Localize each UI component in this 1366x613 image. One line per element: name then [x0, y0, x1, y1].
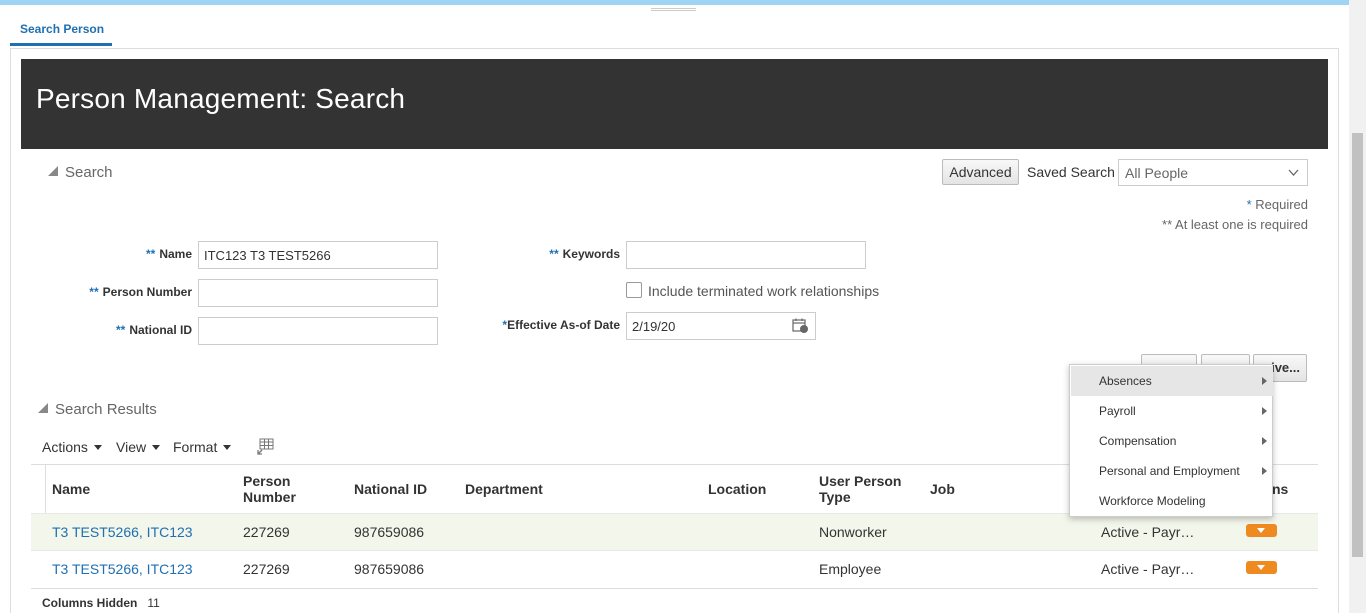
row-actions-button[interactable] — [1246, 524, 1277, 537]
saved-search-select[interactable]: All People — [1118, 159, 1308, 186]
chevron-down-icon — [223, 445, 232, 450]
include-terminated-checkbox[interactable] — [626, 282, 642, 298]
menu-item-absences[interactable]: Absences — [1071, 366, 1273, 396]
calendar-icon[interactable] — [792, 318, 809, 334]
format-menu[interactable]: Format — [173, 439, 232, 455]
saved-search-label: Saved Search — [1027, 164, 1115, 180]
national-id-cell: 987659086 — [354, 524, 425, 540]
person-name-link[interactable]: T3 TEST5266, ITC123 — [52, 524, 193, 540]
col-header-national-id[interactable]: National ID — [354, 481, 427, 497]
user-person-type-cell: Employee — [819, 561, 882, 577]
effective-date-label: *Effective As-of Date — [502, 318, 620, 332]
person-number-cell: 227269 — [243, 524, 290, 540]
effective-date-field[interactable]: 2/19/20 — [626, 312, 816, 340]
top-accent-bar — [0, 0, 1366, 5]
col-header-location[interactable]: Location — [708, 481, 766, 497]
collapse-triangle-icon — [48, 166, 58, 176]
national-id-cell: 987659086 — [354, 561, 425, 577]
menu-item-personal-and-employment[interactable]: Personal and Employment — [1071, 456, 1273, 486]
submenu-arrow-icon — [1262, 407, 1267, 415]
user-person-type-cell: Nonworker — [819, 524, 887, 540]
at-least-one-note: ** At least one is required — [1162, 217, 1308, 232]
person-name-link[interactable]: T3 TEST5266, ITC123 — [52, 561, 193, 577]
row-actions-button[interactable] — [1246, 561, 1277, 574]
keywords-input[interactable] — [626, 241, 866, 269]
menu-item-workforce-modeling[interactable]: Workforce Modeling — [1071, 486, 1273, 516]
required-note: * Required — [1246, 197, 1308, 212]
advanced-button[interactable]: Advanced — [942, 159, 1019, 185]
name-label: ** Name — [145, 247, 192, 261]
view-menu[interactable]: View — [116, 439, 161, 455]
include-terminated-label: Include terminated work relationships — [648, 283, 880, 299]
detach-table-icon[interactable] — [257, 438, 274, 455]
splitter-grip[interactable] — [651, 8, 696, 11]
page-title: Person Management: Search — [36, 83, 406, 114]
chevron-down-icon — [93, 445, 102, 450]
col-header-person-number[interactable]: Person Number — [243, 473, 313, 505]
table-row[interactable]: T3 TEST5266, ITC123 227269 987659086 Non… — [31, 513, 1318, 550]
collapse-triangle-icon — [38, 403, 48, 413]
national-id-label: ** National ID — [115, 323, 192, 337]
person-number-label: ** Person Number — [89, 285, 192, 299]
saved-search-value: All People — [1125, 165, 1189, 181]
col-header-name[interactable]: Name — [52, 481, 90, 497]
col-header-department[interactable]: Department — [465, 481, 543, 497]
col-header-job[interactable]: Job — [930, 481, 955, 497]
submenu-arrow-icon — [1262, 467, 1267, 475]
table-row[interactable]: T3 TEST5266, ITC123 227269 987659086 Emp… — [31, 550, 1318, 587]
chevron-down-icon — [152, 445, 161, 450]
results-section-header[interactable]: Search Results — [38, 401, 157, 418]
status-cell: Active - Payr… — [1101, 561, 1195, 577]
submenu-arrow-icon — [1262, 377, 1267, 385]
person-number-cell: 227269 — [243, 561, 290, 577]
effective-date-value: 2/19/20 — [632, 319, 676, 334]
col-header-actions[interactable]: ns — [1272, 481, 1288, 497]
person-number-input[interactable] — [198, 279, 438, 307]
columns-hidden-info: Columns Hidden 11 — [42, 596, 160, 610]
scrollbar-thumb[interactable] — [1352, 133, 1363, 557]
keywords-label: ** Keywords — [549, 247, 620, 261]
dropdown-chevron-icon — [1288, 169, 1299, 176]
actions-menu[interactable]: Actions — [42, 439, 102, 455]
column-divider — [45, 465, 46, 513]
menu-item-compensation[interactable]: Compensation — [1071, 426, 1273, 456]
tab-search-person[interactable]: Search Person — [10, 18, 112, 46]
submenu-arrow-icon — [1262, 437, 1267, 445]
search-section-header[interactable]: Search — [48, 164, 113, 181]
col-header-user-person-type[interactable]: User Person Type — [819, 473, 909, 505]
search-section-title: Search — [65, 164, 113, 181]
national-id-input[interactable] — [198, 317, 438, 345]
status-cell: Active - Payr… — [1101, 524, 1195, 540]
page-header: Person Management: Search — [21, 59, 1328, 149]
results-section-title: Search Results — [55, 401, 157, 418]
menu-item-payroll[interactable]: Payroll — [1071, 396, 1273, 426]
actions-context-menu: Absences Payroll Compensation Personal a… — [1069, 364, 1273, 517]
name-input[interactable] — [198, 241, 438, 269]
